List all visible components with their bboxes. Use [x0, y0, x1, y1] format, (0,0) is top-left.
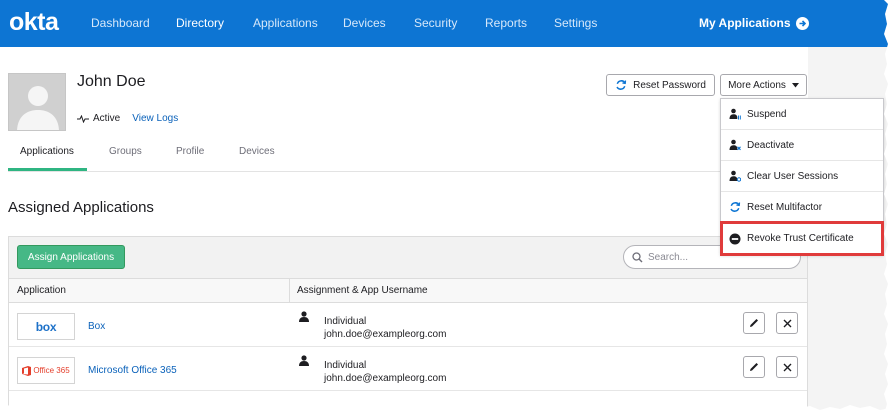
torn-edge-right	[884, 0, 896, 414]
more-actions-button[interactable]: More Actions	[720, 74, 807, 96]
reset-password-button[interactable]: Reset Password	[606, 74, 715, 96]
tab-devices[interactable]: Devices	[239, 146, 275, 157]
remove-button[interactable]	[776, 356, 798, 378]
app-name-link[interactable]: Box	[88, 321, 105, 332]
person-icon	[299, 311, 309, 322]
top-nav-bar: okta Dashboard Directory Applications De…	[0, 0, 896, 47]
column-assignment: Assignment & App Username	[297, 285, 428, 296]
app-username: john.doe@exampleorg.com	[324, 329, 447, 340]
user-avatar	[8, 73, 66, 131]
tab-groups[interactable]: Groups	[109, 146, 142, 157]
nav-security[interactable]: Security	[414, 16, 457, 30]
nav-dashboard[interactable]: Dashboard	[91, 16, 150, 30]
status-text: Active	[93, 113, 121, 124]
column-application: Application	[17, 285, 66, 296]
office-logo-icon	[22, 365, 32, 376]
remove-button[interactable]	[776, 312, 798, 334]
active-tab-indicator	[8, 168, 87, 171]
nav-directory[interactable]: Directory	[176, 16, 224, 30]
office-365-logo: Office 365	[17, 357, 75, 384]
menu-item-clear-sessions[interactable]: Clear User Sessions	[721, 161, 883, 192]
app-username: john.doe@exampleorg.com	[324, 373, 447, 384]
table-header: Application Assignment & App Username	[9, 279, 807, 303]
user-status-row: Active View Logs	[77, 113, 178, 124]
activity-icon	[77, 114, 89, 123]
tabs-divider	[8, 171, 808, 172]
refresh-icon	[730, 202, 741, 212]
menu-item-label: Clear User Sessions	[747, 170, 839, 182]
menu-item-suspend[interactable]: Suspend	[721, 99, 883, 130]
nav-devices[interactable]: Devices	[343, 16, 386, 30]
my-applications-link[interactable]: My Applications	[699, 16, 809, 30]
menu-item-label: Suspend	[747, 108, 787, 120]
nav-applications[interactable]: Applications	[253, 16, 318, 30]
assigned-apps-table: Assign Applications Search... Applicatio…	[8, 236, 808, 414]
edit-button[interactable]	[743, 356, 765, 378]
person-icon	[299, 355, 309, 366]
my-applications-label: My Applications	[699, 16, 791, 30]
table-row: box Box Individual john.doe@exampleorg.c…	[9, 304, 807, 347]
column-divider	[289, 279, 290, 303]
deactivate-user-icon	[729, 139, 741, 151]
nav-settings[interactable]: Settings	[554, 16, 597, 30]
search-icon	[632, 251, 643, 262]
table-toolbar: Assign Applications Search...	[9, 237, 807, 279]
user-name: John Doe	[77, 73, 146, 90]
assignment-type: Individual	[324, 316, 367, 327]
office-logo-text: Office 365	[33, 366, 70, 375]
box-logo-text: box	[35, 319, 57, 334]
table-row: Office 365 Microsoft Office 365 Individu…	[9, 348, 807, 391]
box-logo: box	[17, 313, 75, 340]
pencil-icon	[750, 363, 758, 371]
menu-item-deactivate[interactable]: Deactivate	[721, 130, 883, 161]
more-actions-label: More Actions	[728, 79, 786, 91]
app-name-link[interactable]: Microsoft Office 365	[88, 365, 177, 376]
edit-button[interactable]	[743, 312, 765, 334]
okta-logo[interactable]: okta	[9, 8, 59, 37]
tab-profile[interactable]: Profile	[176, 146, 204, 157]
section-title: Assigned Applications	[8, 199, 154, 216]
suspend-user-icon	[729, 108, 741, 120]
arrow-right-icon	[795, 16, 809, 30]
clear-sessions-icon	[729, 170, 741, 182]
torn-edge-bottom	[0, 405, 896, 414]
reset-password-label: Reset Password	[633, 79, 706, 91]
menu-item-label: Reset Multifactor	[747, 201, 823, 213]
menu-item-label: Deactivate	[747, 139, 795, 151]
user-profile-card: John Doe Active View Logs Reset Password…	[0, 47, 808, 414]
assign-applications-button[interactable]: Assign Applications	[17, 245, 125, 269]
assignment-type: Individual	[324, 360, 367, 371]
caret-down-icon	[791, 82, 799, 87]
view-logs-link[interactable]: View Logs	[132, 113, 178, 124]
pencil-icon	[750, 319, 758, 327]
menu-item-reset-multifactor[interactable]: Reset Multifactor	[721, 192, 883, 223]
highlight-callout	[720, 221, 884, 256]
tab-applications[interactable]: Applications	[20, 146, 74, 157]
nav-reports[interactable]: Reports	[485, 16, 527, 30]
search-placeholder: Search...	[648, 251, 689, 263]
refresh-icon	[616, 80, 627, 90]
close-icon	[783, 363, 791, 371]
close-icon	[783, 319, 791, 327]
